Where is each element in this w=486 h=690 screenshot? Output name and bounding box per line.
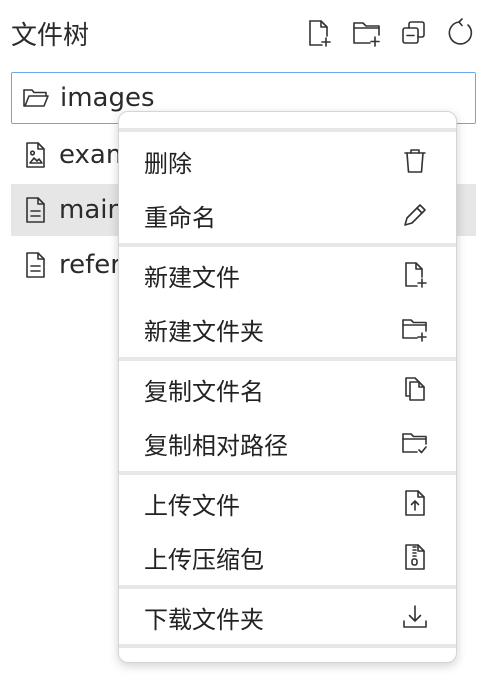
refresh-button[interactable] <box>445 18 477 52</box>
collapse-all-icon <box>399 18 429 52</box>
new-folder-button[interactable] <box>351 19 383 51</box>
menu-item-upload-file[interactable]: 上传文件 <box>119 476 456 530</box>
menu-item-label: 下载文件夹 <box>144 605 264 634</box>
menu-item-copy-relative-path[interactable]: 复制相对路径 <box>119 416 456 470</box>
menu-item-delete[interactable]: 删除 <box>119 134 456 188</box>
menu-item-rename[interactable]: 重命名 <box>119 188 456 242</box>
upload-file-icon <box>400 488 430 518</box>
file-tree-header: 文件树 <box>0 0 486 70</box>
menu-item-new-file[interactable]: 新建文件 <box>119 248 456 302</box>
menu-separator <box>119 644 456 648</box>
tree-item-label: main <box>59 195 124 225</box>
menu-separator <box>119 128 456 132</box>
menu-separator <box>119 471 456 475</box>
text-file-icon <box>21 196 49 224</box>
new-file-icon <box>400 260 430 290</box>
pencil-icon <box>400 200 430 230</box>
copy-icon <box>400 374 430 404</box>
tree-item-label: refer <box>59 250 121 280</box>
menu-item-label: 复制相对路径 <box>144 431 288 460</box>
refresh-icon <box>446 18 476 52</box>
menu-separator <box>119 357 456 361</box>
image-file-icon <box>21 141 49 169</box>
zip-file-icon <box>400 542 430 572</box>
new-folder-icon <box>352 18 382 52</box>
menu-separator <box>119 243 456 247</box>
new-file-button[interactable] <box>303 19 335 51</box>
menu-item-upload-zip[interactable]: 上传压缩包 <box>119 530 456 584</box>
menu-item-label: 上传压缩包 <box>144 545 264 574</box>
menu-item-copy-filename[interactable]: 复制文件名 <box>119 362 456 416</box>
download-icon <box>400 602 430 632</box>
menu-item-download-folder[interactable]: 下载文件夹 <box>119 590 456 644</box>
menu-item-new-folder[interactable]: 新建文件夹 <box>119 302 456 356</box>
tree-item-label: images <box>60 83 155 113</box>
panel-title: 文件树 <box>11 21 90 51</box>
new-file-icon <box>304 18 334 52</box>
folder-check-icon <box>400 428 430 458</box>
menu-item-label: 复制文件名 <box>144 377 264 406</box>
context-menu: 删除 重命名 新建文件 新建文件夹 复制文件名 复制相对路径 上传文件 上传压缩… <box>118 111 457 663</box>
menu-item-label: 删除 <box>144 149 192 178</box>
collapse-all-button[interactable] <box>398 19 430 51</box>
menu-item-label: 重命名 <box>144 203 216 232</box>
text-file-icon <box>21 251 49 279</box>
menu-item-label: 上传文件 <box>144 491 240 520</box>
menu-item-label: 新建文件 <box>144 263 240 292</box>
trash-icon <box>400 146 430 176</box>
menu-item-label: 新建文件夹 <box>144 317 264 346</box>
folder-open-icon <box>22 84 50 112</box>
menu-separator <box>119 585 456 589</box>
new-folder-icon <box>400 314 430 344</box>
